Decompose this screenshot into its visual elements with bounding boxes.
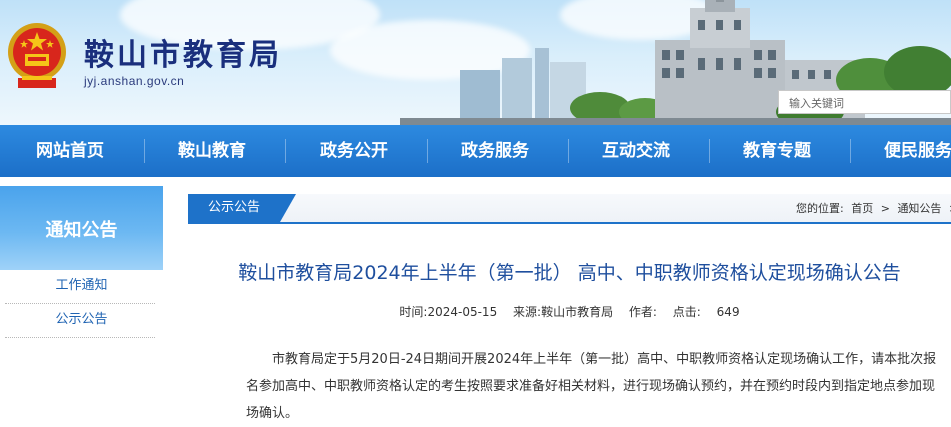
nav-item-home[interactable]: 网站首页 [36,125,104,177]
article-clicks-label: 点击: [672,305,701,319]
sidebar-item-work-notice[interactable]: 工作通知 [0,270,163,302]
article-title: 鞍山市教育局2024年上半年（第一批） 高中、中职教师资格认定现场确认公告 [238,262,901,284]
article-meta: 时间:2024-05-15 来源:鞍山市教育局 作者: 点击: 649 [188,303,951,320]
nav-item-government-affairs[interactable]: 政务公开 [320,125,388,177]
breadcrumb-notice-link[interactable]: 通知公告 [897,202,941,215]
search-input[interactable] [787,92,951,114]
nav-item-education-topics[interactable]: 教育专题 [743,125,811,177]
main-content: 公示公告 您的位置: 首页 > 通知公告 > 公 鞍山市教育局2024年上半年（… [188,186,951,425]
nav-divider [427,139,428,163]
article-date: 时间:2024-05-15 [399,305,498,319]
main-nav: 网站首页 鞍山教育 政务公开 政务服务 互动交流 教育专题 便民服务 [0,125,951,177]
sidebar-item-public-announcement[interactable]: 公示公告 [0,304,163,336]
header-banner: 鞍山市教育局 jyj.anshan.gov.cn [0,0,951,125]
breadcrumb: 您的位置: 首页 > 通知公告 > 公 [796,194,951,222]
breadcrumb-separator: > [880,202,890,215]
section-tab-tail [280,194,296,222]
nav-divider [850,139,851,163]
nav-item-anshan-education[interactable]: 鞍山教育 [178,125,246,177]
nav-item-interaction[interactable]: 互动交流 [602,125,670,177]
sidebar-heading: 通知公告 [45,220,118,241]
site-title: 鞍山市教育局 [84,38,282,73]
article-source: 来源:鞍山市教育局 [513,305,614,319]
nav-divider [568,139,569,163]
nav-divider [285,139,286,163]
article-author: 作者: [628,305,657,319]
sidebar: 通知公告 工作通知 公示公告 [0,186,163,425]
article-body: 市教育局定于5月20日-24日期间开展2024年上半年（第一批）高中、中职教师资… [246,352,937,421]
national-emblem-logo [8,23,66,88]
search-box [778,90,951,114]
site-domain: jyj.anshan.gov.cn [84,74,185,88]
sidebar-divider [5,337,155,338]
section-tab[interactable]: 公示公告 [188,194,280,222]
breadcrumb-home-link[interactable]: 首页 [851,202,873,215]
nav-divider [144,139,145,163]
sidebar-heading-box: 通知公告 [0,186,163,270]
article-clicks-value: 649 [716,305,740,319]
nav-item-public-services[interactable]: 便民服务 [884,125,951,177]
nav-divider [709,139,710,163]
section-header: 公示公告 您的位置: 首页 > 通知公告 > 公 [188,194,951,224]
breadcrumb-prefix: 您的位置: [796,202,844,215]
nav-item-government-services[interactable]: 政务服务 [461,125,529,177]
